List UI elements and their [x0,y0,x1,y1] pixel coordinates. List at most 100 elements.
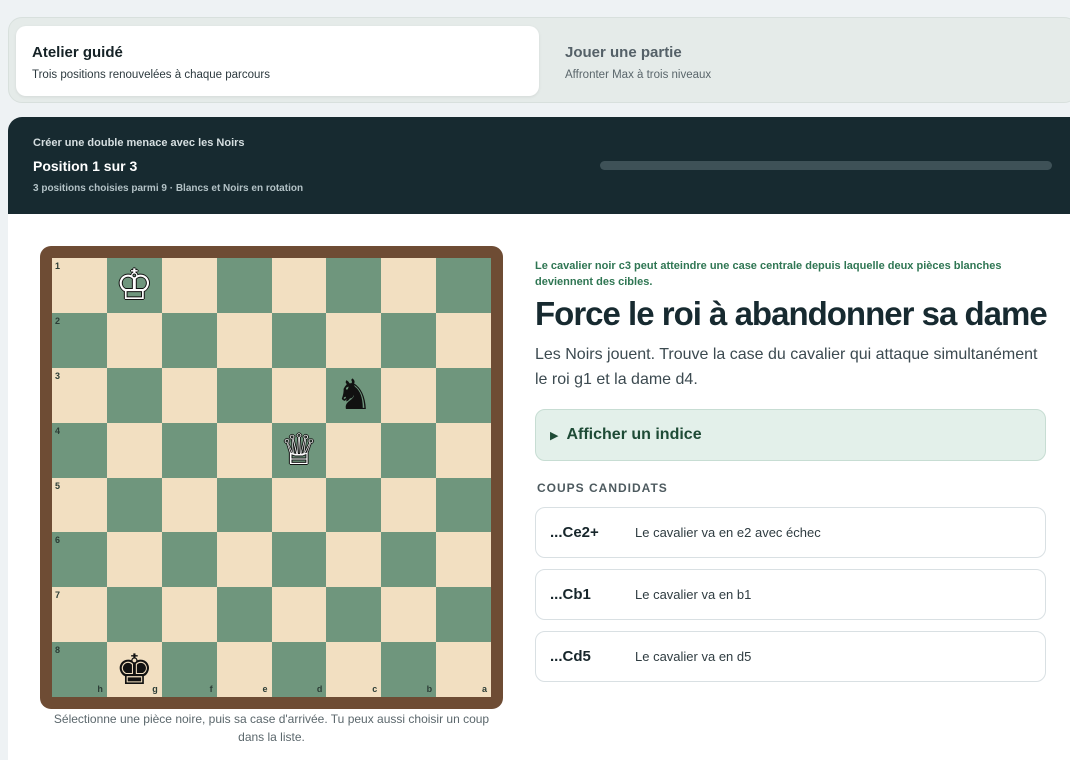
square-b8[interactable]: b [381,642,437,697]
mode-switcher: Atelier guidé Trois positions renouvelée… [8,17,1070,103]
rank-label: 4 [55,425,61,436]
square-h4[interactable]: 4 [52,422,107,478]
square-g6[interactable] [106,532,162,588]
square-c3[interactable]: ♞ [326,367,382,423]
file-label: f [209,684,213,694]
square-b3[interactable] [381,367,437,423]
square-a7[interactable] [436,587,491,643]
square-d5[interactable] [271,477,327,533]
square-a2[interactable] [436,312,491,368]
square-b5[interactable] [381,477,437,533]
square-d1[interactable] [271,258,327,313]
square-g4[interactable] [106,422,162,478]
square-d4[interactable]: ♕ [271,422,327,478]
square-d6[interactable] [271,532,327,588]
square-a4[interactable] [436,422,491,478]
square-d7[interactable] [271,587,327,643]
square-h5[interactable]: 5 [52,477,107,533]
square-d3[interactable] [271,367,327,423]
square-b7[interactable] [381,587,437,643]
candidate-move-ce2[interactable]: ...Ce2+ Le cavalier va en e2 avec échec [535,507,1046,558]
tab-play-game[interactable]: Jouer une partie Affronter Max à trois n… [549,26,1069,96]
tab-subtitle: Affronter Max à trois niveaux [565,69,712,81]
square-f2[interactable] [161,312,217,368]
square-g3[interactable] [106,367,162,423]
square-b4[interactable] [381,422,437,478]
square-f8[interactable]: f [161,642,217,697]
square-g2[interactable] [106,312,162,368]
square-h8[interactable]: 8h [52,642,107,697]
square-h6[interactable]: 6 [52,532,107,588]
exercise-subtitle: 3 positions choisies parmi 9 · Blancs et… [33,183,304,194]
square-g5[interactable] [106,477,162,533]
square-e1[interactable] [216,258,272,313]
square-g8[interactable]: g ♚ [106,642,162,697]
tab-guided-workshop[interactable]: Atelier guidé Trois positions renouvelée… [16,26,539,96]
square-e2[interactable] [216,312,272,368]
disclosure-triangle-icon: ▶ [550,429,559,442]
square-g7[interactable] [106,587,162,643]
square-h7[interactable]: 7 [52,587,107,643]
square-a8[interactable]: a [436,642,491,697]
square-a5[interactable] [436,477,491,533]
move-description: Le cavalier va en b1 [635,587,752,602]
file-label: c [372,684,378,694]
square-b6[interactable] [381,532,437,588]
square-e4[interactable] [216,422,272,478]
square-a6[interactable] [436,532,491,588]
move-description: Le cavalier va en d5 [635,649,752,664]
square-a1[interactable] [436,258,491,313]
rank-label: 7 [55,590,61,601]
white-king-icon[interactable]: ♔ [107,258,162,313]
board-instructions: Sélectionne une pièce noire, puis sa cas… [53,712,490,744]
square-c2[interactable] [326,312,382,368]
square-c1[interactable] [326,258,382,313]
square-e5[interactable] [216,477,272,533]
square-f6[interactable] [161,532,217,588]
black-knight-icon[interactable]: ♞ [326,368,381,423]
square-b2[interactable] [381,312,437,368]
white-queen-icon[interactable]: ♕ [272,423,327,478]
square-d8[interactable]: d [271,642,327,697]
square-c5[interactable] [326,477,382,533]
file-label: b [426,684,433,694]
file-label: a [481,684,487,694]
square-b1[interactable] [381,258,437,313]
candidate-move-cb1[interactable]: ...Cb1 Le cavalier va en b1 [535,569,1046,620]
square-c4[interactable] [326,422,382,478]
square-h3[interactable]: 3 [52,367,107,423]
square-d2[interactable] [271,312,327,368]
square-f3[interactable] [161,367,217,423]
square-f7[interactable] [161,587,217,643]
rank-label: 6 [55,535,61,546]
square-f4[interactable] [161,422,217,478]
chess-board-frame: 1 ♔ 2 3 ♞ 4 ♕ 5 6 7 8 h g ♚ f e d c b a [40,246,503,709]
square-c6[interactable] [326,532,382,588]
black-king-icon[interactable]: ♚ [107,642,162,697]
square-c7[interactable] [326,587,382,643]
tab-title: Atelier guidé [32,44,123,61]
file-label: d [316,684,323,694]
chess-board: 1 ♔ 2 3 ♞ 4 ♕ 5 6 7 8 h g ♚ f e d c b a [52,258,491,697]
square-e8[interactable]: e [216,642,272,697]
square-e7[interactable] [216,587,272,643]
file-label: h [97,684,103,694]
exercise-header: Créer une double menace avec les Noirs P… [8,117,1070,214]
rank-label: 3 [55,370,61,381]
square-c8[interactable]: c [326,642,382,697]
square-f1[interactable] [161,258,217,313]
exercise-card: Créer une double menace avec les Noirs P… [8,117,1070,760]
puzzle-context: Le cavalier noir c3 peut atteindre une c… [535,260,1002,288]
square-f5[interactable] [161,477,217,533]
square-h1[interactable]: 1 [52,258,107,313]
show-hint-toggle[interactable]: ▶ Afficher un indice [535,409,1046,461]
exercise-theme: Créer une double menace avec les Noirs [33,137,245,149]
candidate-move-cd5[interactable]: ...Cd5 Le cavalier va en d5 [535,631,1046,682]
square-e6[interactable] [216,532,272,588]
square-a3[interactable] [436,367,491,423]
rank-label: 5 [55,480,61,491]
square-e3[interactable] [216,367,272,423]
square-g1[interactable]: ♔ [106,258,162,313]
rank-label: 1 [55,261,61,271]
square-h2[interactable]: 2 [52,312,107,368]
